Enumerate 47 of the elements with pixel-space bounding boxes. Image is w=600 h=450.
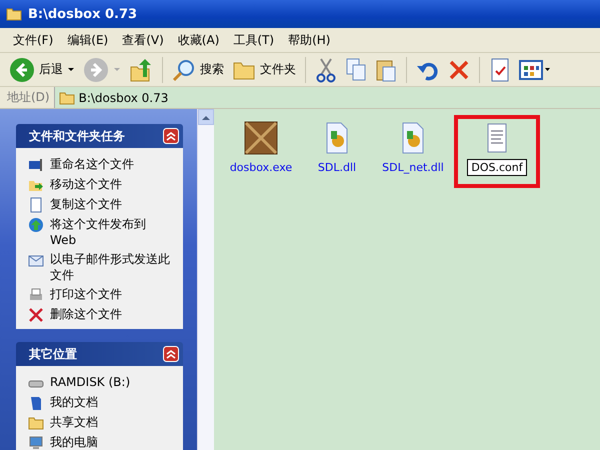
address-field[interactable]: B:\dosbox 0.73 <box>54 87 600 108</box>
file-name[interactable]: dosbox.exe <box>226 159 296 176</box>
docs-icon <box>28 395 44 411</box>
up-arrow-icon <box>202 114 210 120</box>
collapse-icon[interactable] <box>163 346 179 362</box>
panel-header[interactable]: 其它位置 <box>16 342 183 366</box>
task-link[interactable]: 移动这个文件 <box>50 176 174 192</box>
menu-item[interactable]: 工具(T) <box>226 30 282 50</box>
task-link[interactable]: 我的电脑 <box>50 434 174 450</box>
file-name[interactable]: DOS.conf <box>467 159 527 176</box>
menu-item[interactable]: 文件(F) <box>6 30 60 50</box>
caret-icon[interactable] <box>67 66 75 72</box>
folders-button[interactable]: 文件夹 <box>229 58 299 82</box>
file-name[interactable]: SDL.dll <box>314 159 360 176</box>
file-name[interactable]: SDL_net.dll <box>378 159 448 176</box>
panel-header[interactable]: 文件和文件夹任务 <box>16 124 183 148</box>
rename-icon <box>28 157 44 173</box>
menu-item[interactable]: 查看(V) <box>115 30 171 50</box>
crate-icon[interactable] <box>244 121 278 155</box>
window-title: B:\dosbox 0.73 <box>28 6 138 22</box>
search-button[interactable]: 搜索 <box>169 56 227 82</box>
scrollbar[interactable] <box>197 109 214 450</box>
print-icon <box>28 287 44 303</box>
scroll-up-button[interactable] <box>198 109 214 125</box>
copy-icon <box>28 197 44 213</box>
task-link[interactable]: 将这个文件发布到 Web <box>50 216 174 248</box>
task-link[interactable]: RAMDISK (B:) <box>50 374 174 390</box>
task-link[interactable]: 删除这个文件 <box>50 306 174 322</box>
computer-icon <box>28 435 44 450</box>
menu-item[interactable]: 帮助(H) <box>281 30 338 50</box>
web-icon <box>28 217 44 233</box>
folder-icon <box>6 7 22 21</box>
task-link[interactable]: 以电子邮件形式发送此文件 <box>50 251 174 283</box>
task-link[interactable]: 打印这个文件 <box>50 286 174 302</box>
task-link[interactable]: 复制这个文件 <box>50 196 174 212</box>
task-link[interactable]: 共享文档 <box>50 414 174 430</box>
delete-icon <box>28 307 44 323</box>
back-button[interactable]: 后退 <box>6 56 78 84</box>
folder-icon <box>28 415 44 431</box>
task-link[interactable]: 我的文档 <box>50 394 174 410</box>
folder-icon <box>58 90 75 104</box>
menu-item[interactable]: 编辑(E) <box>60 30 116 50</box>
task-link[interactable]: 重命名这个文件 <box>50 156 174 172</box>
search-icon <box>172 58 196 82</box>
menu-item[interactable]: 收藏(A) <box>170 30 226 50</box>
address-label: 地址(D) <box>6 89 51 106</box>
collapse-icon[interactable] <box>163 128 179 144</box>
